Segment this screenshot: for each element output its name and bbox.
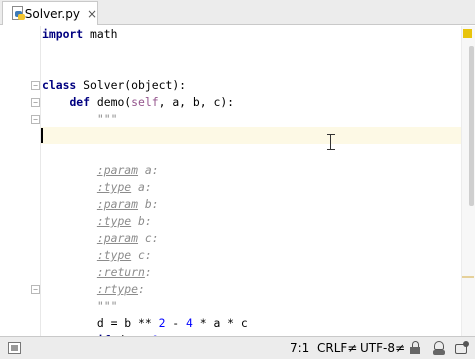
line-separator-selector[interactable]: CRLF≠ bbox=[317, 341, 357, 355]
code-token: ): bbox=[172, 78, 187, 92]
stripe-marker[interactable] bbox=[462, 276, 474, 278]
code-token: :param bbox=[96, 197, 139, 211]
code-line[interactable]: import math bbox=[42, 26, 117, 43]
code-token: def bbox=[69, 95, 91, 109]
code-token: :param bbox=[96, 231, 139, 245]
code-token: self bbox=[131, 95, 159, 109]
ibeam-cursor-icon bbox=[327, 134, 335, 150]
code-token: b: bbox=[138, 197, 159, 211]
vertical-scrollbar[interactable] bbox=[469, 46, 474, 206]
code-token: :type bbox=[96, 214, 132, 228]
text-caret bbox=[41, 128, 43, 143]
code-line[interactable]: class Solver(object): bbox=[42, 77, 186, 94]
code-token: :param bbox=[96, 163, 139, 177]
caret-position[interactable]: 7:1 bbox=[290, 341, 309, 355]
inspection-status-icon[interactable] bbox=[463, 29, 472, 38]
code-line[interactable]: :rtype: bbox=[42, 281, 145, 298]
code-line[interactable]: """ bbox=[42, 298, 118, 315]
code-token: :rtype bbox=[96, 282, 139, 296]
gutter-divider bbox=[40, 26, 41, 336]
close-icon[interactable]: × bbox=[87, 8, 97, 20]
code-token: 4 bbox=[186, 316, 193, 330]
code-token: , a, b, c): bbox=[158, 95, 235, 109]
code-token: c: bbox=[131, 248, 152, 262]
code-token: demo( bbox=[90, 95, 132, 109]
tab-label: Solver.py bbox=[24, 6, 80, 21]
code-line[interactable]: :param a: bbox=[42, 162, 159, 179]
code-line[interactable]: d = b ** 2 - 4 * a * c bbox=[42, 315, 248, 332]
code-line[interactable]: def demo(self, a, b, c): bbox=[42, 94, 234, 111]
code-line[interactable]: :type b: bbox=[42, 213, 152, 230]
code-token: c: bbox=[138, 231, 159, 245]
code-line[interactable]: :param c: bbox=[42, 230, 159, 247]
code-token: b: bbox=[131, 214, 152, 228]
fold-minus-icon[interactable]: − bbox=[31, 115, 40, 124]
code-token: d = b ** bbox=[42, 316, 159, 330]
code-line[interactable]: """ bbox=[42, 111, 118, 128]
code-line[interactable]: :type a: bbox=[42, 179, 152, 196]
code-token: Solver( bbox=[76, 78, 132, 92]
code-token: : bbox=[144, 265, 152, 279]
code-editor[interactable]: − − − − import math class Solver(object):… bbox=[0, 26, 475, 336]
code-token: object bbox=[131, 78, 173, 92]
fold-end-icon[interactable]: − bbox=[31, 285, 40, 294]
code-token: a: bbox=[131, 180, 152, 194]
code-token: : bbox=[138, 282, 145, 296]
code-token: :type bbox=[96, 248, 132, 262]
fold-minus-icon[interactable]: − bbox=[31, 98, 40, 107]
code-token: """ bbox=[96, 299, 118, 313]
code-token: :type bbox=[96, 180, 132, 194]
code-token: - bbox=[165, 316, 187, 330]
event-log-icon[interactable] bbox=[455, 341, 469, 355]
code-token: a: bbox=[138, 163, 159, 177]
editor-tab-bar: Solver.py × bbox=[0, 0, 475, 25]
tab-solver-py[interactable]: Solver.py × bbox=[2, 1, 98, 25]
tool-windows-toggle-icon[interactable] bbox=[8, 342, 21, 354]
code-token: math bbox=[83, 27, 118, 41]
fold-minus-icon[interactable]: − bbox=[31, 81, 40, 90]
lock-icon[interactable] bbox=[409, 341, 421, 355]
code-line[interactable]: :return: bbox=[42, 264, 152, 281]
code-token: import bbox=[42, 27, 84, 41]
code-token: :return bbox=[96, 265, 145, 279]
code-line[interactable]: :type c: bbox=[42, 247, 152, 264]
caret-row-highlight bbox=[0, 127, 461, 144]
status-bar: 7:1 CRLF≠ UTF-8≠ bbox=[0, 336, 475, 359]
hector-inspector-icon[interactable] bbox=[431, 340, 447, 356]
code-line[interactable]: :param b: bbox=[42, 196, 159, 213]
code-token: * a * c bbox=[192, 316, 248, 330]
code-token: class bbox=[42, 78, 77, 92]
code-token: """ bbox=[96, 112, 118, 126]
python-file-icon bbox=[10, 5, 25, 22]
encoding-selector[interactable]: UTF-8≠ bbox=[360, 341, 405, 355]
